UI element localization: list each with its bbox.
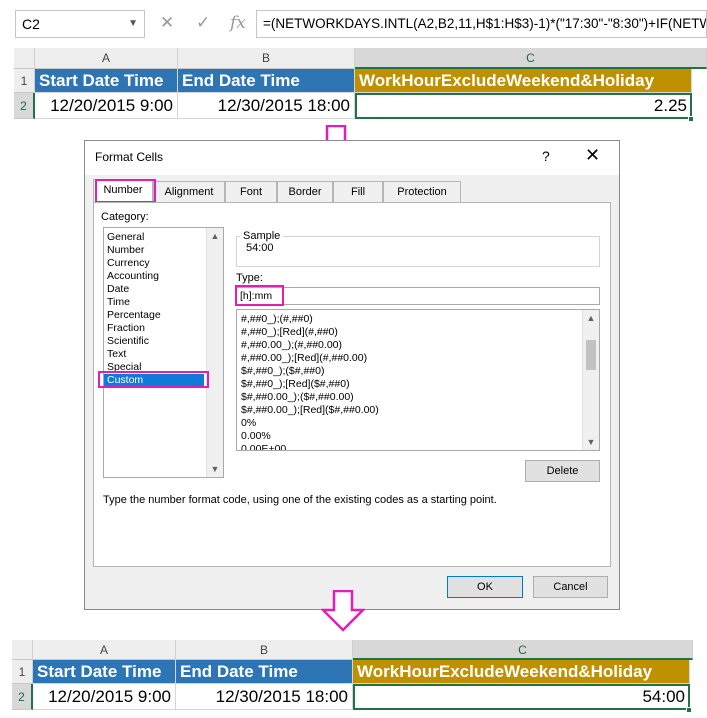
cell-b2[interactable]: 12/30/2015 18:00 [178,93,355,119]
column-header-a[interactable]: A [33,640,176,660]
scroll-up-icon[interactable]: ▲ [207,228,223,244]
scroll-down-icon[interactable]: ▼ [207,461,223,477]
row-header-2[interactable]: 2 [12,684,33,710]
category-list[interactable]: General Number Currency Accounting Date … [103,227,224,478]
fill-handle[interactable] [688,116,694,122]
help-icon[interactable]: ? [542,148,550,164]
sheet-grid: A B C 1 2 Start Date Time End Date Time … [0,48,707,126]
format-code-item[interactable]: #,##0.00_);[Red](#,##0.00) [238,352,599,365]
type-input-highlight [235,285,284,306]
type-label: Type: [236,272,263,284]
tab-fill[interactable]: Fill [333,181,383,203]
format-code-scrollbar[interactable]: ▲ ▼ [582,310,599,450]
row-header-2[interactable]: 2 [14,93,35,119]
cell-b1[interactable]: End Date Time [176,660,353,684]
format-code-list[interactable]: #,##0_);(#,##0) #,##0_);[Red](#,##0) #,#… [236,309,600,451]
sample-label: Sample [240,230,284,242]
cell-a2[interactable]: 12/20/2015 9:00 [35,93,178,119]
chevron-down-icon[interactable]: ▼ [128,11,138,37]
cell-a1[interactable]: Start Date Time [35,69,178,93]
format-code-item[interactable]: 0% [238,417,599,430]
format-code-item[interactable]: #,##0_);(#,##0) [238,313,599,326]
format-code-item[interactable]: $#,##0_);[Red]($#,##0) [238,378,599,391]
formula-input[interactable]: =(NETWORKDAYS.INTL(A2,B2,11,H$1:H$3)-1)*… [256,10,707,38]
cell-c2[interactable]: 2.25 [355,93,692,119]
sample-box: 54:00 [236,236,600,267]
custom-category-highlight [98,371,209,388]
sample-value: 54:00 [246,242,274,254]
number-tab-panel: Category: General Number Currency Accoun… [93,202,611,567]
cell-a2[interactable]: 12/20/2015 9:00 [33,684,176,710]
cell-b2[interactable]: 12/30/2015 18:00 [176,684,353,710]
name-box[interactable]: C2 ▼ [15,10,145,38]
ok-button[interactable]: OK [447,576,523,598]
number-tab-highlight [95,179,156,203]
format-code-item[interactable]: 0.00% [238,430,599,443]
cancel-icon[interactable]: ✕ [160,13,174,33]
tab-border[interactable]: Border [277,181,333,203]
cell-c1[interactable]: WorkHourExcludeWeekend&Holiday [355,69,692,93]
bottom-spreadsheet: A B C 1 2 Start Date Time End Date Time … [0,636,707,718]
close-icon[interactable]: ✕ [585,145,600,166]
format-hint-text: Type the number format code, using one o… [103,494,497,506]
column-header-b[interactable]: B [178,48,355,69]
select-all-corner[interactable] [12,640,33,660]
cancel-button[interactable]: Cancel [533,576,608,598]
delete-button[interactable]: Delete [525,460,600,482]
formula-buttons: ✕ ✓ fx [150,10,254,38]
cell-c2[interactable]: 54:00 [353,684,690,710]
format-code-item[interactable]: #,##0_);[Red](#,##0) [238,326,599,339]
row-header-1[interactable]: 1 [12,660,33,684]
dialog-titlebar: Format Cells ? ✕ [85,141,619,175]
category-label: Category: [101,211,149,223]
sheet-grid: A B C 1 2 Start Date Time End Date Time … [0,636,707,718]
format-code-item[interactable]: 0.00E+00 [238,443,599,450]
formula-bar: C2 ▼ ✕ ✓ fx =(NETWORKDAYS.INTL(A2,B2,11,… [0,10,707,40]
column-header-a[interactable]: A [35,48,178,69]
enter-icon[interactable]: ✓ [196,13,210,33]
scroll-down-icon[interactable]: ▼ [583,434,599,450]
column-header-c[interactable]: C [355,48,707,69]
format-code-item[interactable]: $#,##0.00_);($#,##0.00) [238,391,599,404]
format-code-item[interactable]: $#,##0.00_);[Red]($#,##0.00) [238,404,599,417]
column-header-b[interactable]: B [176,640,353,660]
category-scrollbar[interactable]: ▲ ▼ [206,228,223,477]
scroll-thumb[interactable] [586,340,596,370]
function-icon[interactable]: fx [230,13,246,33]
cell-a1[interactable]: Start Date Time [33,660,176,684]
dialog-title: Format Cells [95,150,164,164]
tab-alignment[interactable]: Alignment [153,181,225,203]
format-code-item[interactable]: $#,##0_);($#,##0) [238,365,599,378]
cell-b1[interactable]: End Date Time [178,69,355,93]
top-spreadsheet: C2 ▼ ✕ ✓ fx =(NETWORKDAYS.INTL(A2,B2,11,… [0,0,707,126]
tab-protection[interactable]: Protection [383,181,461,203]
scroll-up-icon[interactable]: ▲ [583,310,599,326]
format-cells-dialog: Format Cells ? ✕ Number Alignment Font B… [84,140,620,610]
down-arrow-icon [321,590,365,632]
format-code-item[interactable]: #,##0.00_);(#,##0.00) [238,339,599,352]
fill-handle[interactable] [686,707,692,713]
cell-c1[interactable]: WorkHourExcludeWeekend&Holiday [353,660,690,684]
tab-font[interactable]: Font [225,181,277,203]
column-header-c[interactable]: C [353,640,693,660]
row-header-1[interactable]: 1 [14,69,35,93]
name-box-value: C2 [22,16,40,32]
select-all-corner[interactable] [14,48,35,69]
type-input[interactable]: [h]:mm [236,287,600,305]
